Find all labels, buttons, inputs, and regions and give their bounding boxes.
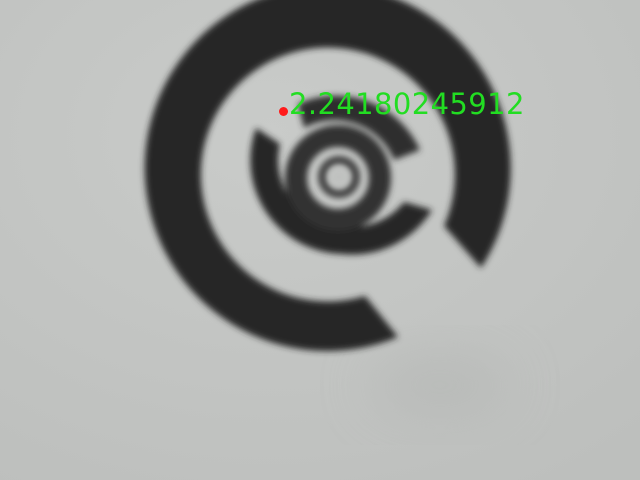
camera-frame: 2.24180245912 [0,0,640,480]
core-dot [331,169,347,185]
measurement-readout: 2.24180245912 [289,87,525,121]
tracking-marker-dot [279,107,288,116]
spiral-target-photo [0,0,640,480]
shadow-smudge [370,355,510,415]
